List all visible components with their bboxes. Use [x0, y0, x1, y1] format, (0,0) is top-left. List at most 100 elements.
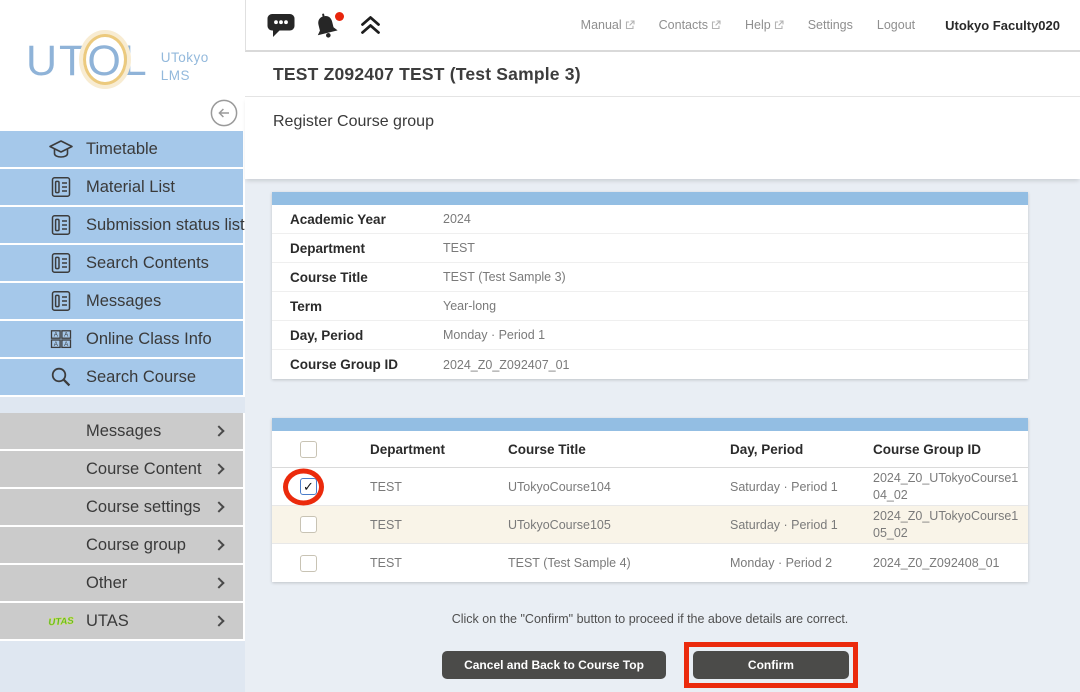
- course-department: TEST: [370, 518, 508, 532]
- clipboard-list-icon: [46, 212, 76, 238]
- course-day-period: Saturday · Period 1: [730, 480, 873, 494]
- utol-logo: UTOL: [26, 40, 149, 83]
- table-header-row: DepartmentCourse TitleDay, PeriodCourse …: [272, 431, 1028, 468]
- cancel-button[interactable]: Cancel and Back to Course Top: [442, 651, 666, 679]
- logo-subtitle: UTokyoLMS: [161, 49, 209, 84]
- course-details-card: Academic Year2024DepartmentTESTCourse Ti…: [272, 192, 1028, 379]
- sidebar-item-search-contents[interactable]: Search Contents: [0, 245, 245, 283]
- detail-row-department: DepartmentTEST: [272, 234, 1028, 263]
- detail-row-course-group-id: Course Group ID2024_Z0_Z092407_01: [272, 350, 1028, 379]
- detail-label: Term: [290, 299, 443, 314]
- detail-value: 2024_Z0_Z092407_01: [443, 358, 570, 372]
- detail-label: Course Group ID: [290, 357, 443, 372]
- grid-people-icon: AAAA: [46, 326, 76, 352]
- detail-value: 2024: [443, 212, 471, 226]
- sidebar-item-label: UTAS: [86, 612, 129, 631]
- detail-label: Course Title: [290, 270, 443, 285]
- confirm-button[interactable]: Confirm: [693, 651, 849, 679]
- sidebar-item-online-class-info[interactable]: AAAA Online Class Info: [0, 321, 245, 359]
- sidebar-item-label: Other: [86, 574, 127, 593]
- external-link-icon: [711, 20, 721, 30]
- sidebar-item-timetable[interactable]: Timetable: [0, 131, 245, 169]
- sidebar-item-course-content[interactable]: Course Content: [0, 451, 245, 489]
- topbar: Manual Contacts Help Settings Logout Utokyo …: [245, 0, 1080, 52]
- sidebar-item-label: Messages: [86, 292, 161, 311]
- sidebar-item-label: Material List: [86, 178, 175, 197]
- sidebar-item-messages[interactable]: Messages: [0, 283, 245, 321]
- logo-area: UTOL UTokyoLMS: [0, 0, 245, 131]
- sidebar-item-course-settings[interactable]: Course settings: [0, 489, 245, 527]
- column-header-day-period: Day, Period: [730, 442, 873, 457]
- sidebar-item-other[interactable]: Other: [0, 565, 245, 603]
- column-header-department: Department: [370, 442, 508, 457]
- detail-row-course-title: Course TitleTEST (Test Sample 3): [272, 263, 1028, 292]
- svg-text:UTAS: UTAS: [48, 616, 74, 629]
- column-header-course-title: Course Title: [508, 442, 730, 457]
- sidebar-item-label: Online Class Info: [86, 330, 212, 349]
- accent-bar: [272, 418, 1028, 431]
- detail-value: Monday · Period 1: [443, 328, 545, 342]
- external-link-icon: [774, 20, 784, 30]
- graduation-cap-icon: [46, 136, 76, 162]
- topbar-link-settings[interactable]: Settings: [808, 18, 853, 32]
- confirm-instruction: Click on the "Confirm" button to proceed…: [272, 612, 1028, 626]
- sidebar-item-label: Timetable: [86, 140, 158, 159]
- sidebar-secondary-nav: Messages Course Content Course settings Cou…: [0, 413, 245, 641]
- utas-logo-icon: UTAS: [46, 608, 76, 634]
- course-title: UTokyoCourse105: [508, 518, 730, 532]
- course-table-row[interactable]: ✓TESTUTokyoCourse104Saturday · Period 12…: [272, 468, 1028, 506]
- course-table-row[interactable]: TESTUTokyoCourse105Saturday · Period 120…: [272, 506, 1028, 544]
- chevron-right-icon: [213, 425, 224, 436]
- sidebar-item-course-group[interactable]: Course group: [0, 527, 245, 565]
- row-checkbox[interactable]: [300, 516, 317, 533]
- topbar-link-manual[interactable]: Manual: [581, 18, 635, 32]
- sidebar-item-label: Course group: [86, 536, 186, 555]
- chevron-right-icon: [213, 501, 224, 512]
- topbar-link-contacts[interactable]: Contacts: [659, 18, 721, 32]
- action-buttons: Cancel and Back to Course Top Confirm: [272, 642, 1028, 688]
- sidebar-item-label: Messages: [86, 422, 161, 441]
- course-day-period: Monday · Period 2: [730, 556, 873, 570]
- detail-value: Year-long: [443, 299, 496, 313]
- sidebar-item-label: Search Contents: [86, 254, 209, 273]
- course-title: UTokyoCourse104: [508, 480, 730, 494]
- clipboard-list-icon: [46, 250, 76, 276]
- course-day-period: Saturday · Period 1: [730, 518, 873, 532]
- sidebar-item-material-list[interactable]: Material List: [0, 169, 245, 207]
- course-title: TEST (Test Sample 4): [508, 556, 730, 570]
- detail-label: Department: [290, 241, 443, 256]
- sidebar-item-label: Search Course: [86, 368, 196, 387]
- course-department: TEST: [370, 480, 508, 494]
- clipboard-list-icon: [46, 288, 76, 314]
- sidebar-item-utas[interactable]: UTAS UTAS: [0, 603, 245, 641]
- sidebar: UTOL UTokyoLMS Timetable Material List Sub…: [0, 0, 245, 692]
- double-chevron-up-icon[interactable]: [358, 14, 383, 36]
- sidebar-primary-nav: Timetable Material List Submission status …: [0, 131, 245, 397]
- content-area: Academic Year2024DepartmentTESTCourse Ti…: [245, 179, 1080, 692]
- select-all-checkbox[interactable]: [300, 441, 317, 458]
- course-group-table-card: DepartmentCourse TitleDay, PeriodCourse …: [272, 418, 1028, 582]
- chevron-right-icon: [213, 577, 224, 588]
- sidebar-collapse-arrow-icon[interactable]: [210, 99, 238, 127]
- sidebar-item-submission-status-list[interactable]: Submission status list: [0, 207, 245, 245]
- notification-bell-icon[interactable]: [311, 11, 343, 39]
- sidebar-item-label: Course Content: [86, 460, 202, 479]
- course-table-row[interactable]: TESTTEST (Test Sample 4)Monday · Period …: [272, 544, 1028, 582]
- detail-row-day-period: Day, PeriodMonday · Period 1: [272, 321, 1028, 350]
- confirm-annotation-box: Confirm: [684, 642, 858, 688]
- page-title: TEST Z092407 TEST (Test Sample 3): [273, 64, 581, 85]
- detail-label: Day, Period: [290, 328, 443, 343]
- detail-row-academic-year: Academic Year2024: [272, 205, 1028, 234]
- topbar-link-help[interactable]: Help: [745, 18, 784, 32]
- topbar-link-logout[interactable]: Logout: [877, 18, 915, 32]
- detail-value: TEST: [443, 241, 475, 255]
- clipboard-list-icon: [46, 174, 76, 200]
- row-checkbox[interactable]: ✓: [300, 478, 317, 495]
- username: Utokyo Faculty020: [945, 18, 1060, 33]
- main-area: Manual Contacts Help Settings Logout Utokyo …: [245, 0, 1080, 692]
- sidebar-item-messages[interactable]: Messages: [0, 413, 245, 451]
- detail-row-term: TermYear-long: [272, 292, 1028, 321]
- row-checkbox[interactable]: [300, 555, 317, 572]
- sidebar-item-search-course[interactable]: Search Course: [0, 359, 245, 397]
- chat-bubble-icon[interactable]: [266, 12, 296, 38]
